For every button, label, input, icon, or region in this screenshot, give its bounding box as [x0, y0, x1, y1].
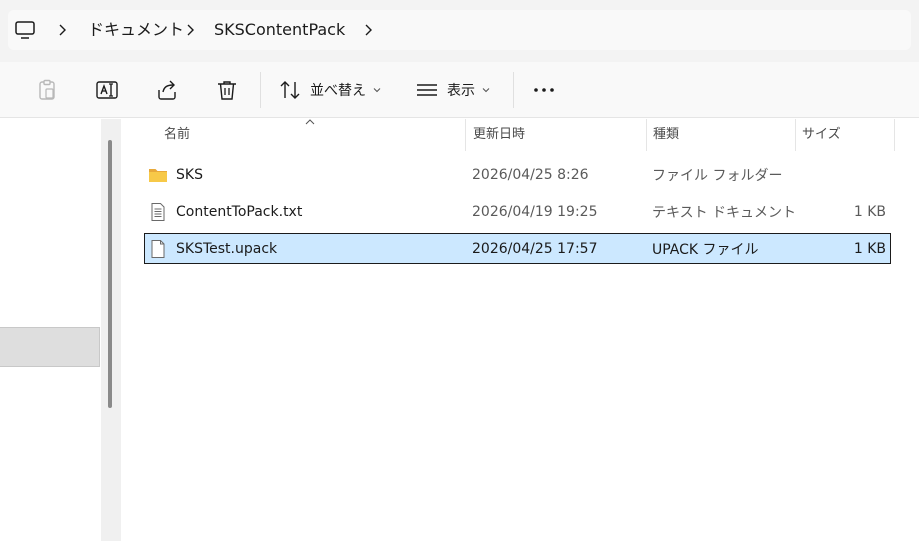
file-row-content-to-pack[interactable]: ContentToPack.txt 2026/04/19 19:25 テキスト … — [144, 196, 891, 228]
command-bar: 並べ替え 表示 — [0, 62, 919, 118]
delete-icon — [218, 81, 236, 100]
computer-icon[interactable] — [14, 20, 36, 40]
column-header-size[interactable]: サイズ — [802, 119, 841, 151]
chevron-down-icon — [373, 88, 381, 93]
name-cell: SKSTest.upack — [148, 234, 277, 263]
name-cell: SKS — [148, 159, 203, 191]
view-list-icon — [417, 84, 437, 96]
folder-icon — [149, 169, 167, 182]
type-cell: UPACK ファイル — [652, 241, 759, 258]
navigation-scrollbar-thumb[interactable] — [108, 140, 112, 408]
name-cell: ContentToPack.txt — [148, 196, 302, 228]
more-options-button[interactable] — [532, 74, 556, 106]
column-header-type[interactable]: 種類 — [653, 119, 679, 151]
share-button[interactable] — [155, 74, 179, 106]
text-file-icon — [151, 203, 165, 221]
breadcrumb-sks-content-pack[interactable]: SKSContentPack — [214, 19, 345, 41]
sort-label: 並べ替え — [310, 83, 366, 99]
address-bar-area: ドキュメント SKSContentPack — [0, 0, 919, 62]
rename-icon — [96, 81, 118, 99]
sort-icon — [280, 81, 300, 99]
modified-cell: 2026/04/25 8:26 — [472, 167, 589, 183]
column-header-name[interactable]: 名前 — [164, 119, 190, 151]
chevron-down-icon — [482, 88, 490, 93]
size-cell: 1 KB — [853, 240, 886, 257]
file-icon — [151, 239, 165, 258]
type-cell: テキスト ドキュメント — [652, 205, 797, 221]
file-name: SKS — [176, 167, 203, 183]
delete-button[interactable] — [215, 74, 239, 106]
chevron-right-icon[interactable] — [56, 22, 68, 38]
size-cell — [784, 159, 886, 191]
paste-icon — [39, 79, 55, 100]
file-row-skstest-upack[interactable]: SKSTest.upack 2026/04/25 17:57 UPACK ファイ… — [144, 233, 891, 264]
chevron-right-icon[interactable] — [362, 22, 374, 38]
paste-button[interactable] — [35, 74, 59, 106]
size-cell: 1 KB — [853, 204, 886, 220]
toolbar-divider — [260, 72, 261, 108]
sort-button[interactable]: 並べ替え — [278, 74, 382, 106]
file-name: ContentToPack.txt — [176, 204, 303, 220]
column-divider[interactable] — [465, 119, 466, 151]
chevron-right-icon[interactable] — [184, 22, 196, 38]
file-list[interactable]: 名前 更新日時 種類 サイズ SKS 2026/04/25 8:26 ファイル … — [121, 119, 919, 541]
column-header-modified[interactable]: 更新日時 — [473, 119, 525, 151]
modified-cell: 2026/04/25 17:57 — [472, 240, 598, 257]
view-label: 表示 — [447, 83, 475, 99]
view-button[interactable]: 表示 — [415, 74, 491, 106]
breadcrumb-documents[interactable]: ドキュメント — [88, 19, 184, 41]
column-divider[interactable] — [894, 119, 895, 151]
rename-button[interactable] — [95, 74, 119, 106]
sort-up-arrow-icon — [305, 119, 315, 125]
nav-selected-item[interactable] — [0, 327, 100, 367]
navigation-pane[interactable] — [0, 119, 101, 541]
more-icon — [534, 88, 554, 92]
share-icon — [158, 80, 176, 100]
modified-cell: 2026/04/19 19:25 — [472, 204, 598, 220]
toolbar-divider — [513, 72, 514, 108]
column-divider[interactable] — [646, 119, 647, 151]
address-bar[interactable]: ドキュメント SKSContentPack — [8, 10, 911, 50]
column-divider[interactable] — [795, 119, 796, 151]
file-row-sks[interactable]: SKS 2026/04/25 8:26 ファイル フォルダー — [144, 159, 891, 191]
type-cell: ファイル フォルダー — [652, 168, 783, 184]
file-name: SKSTest.upack — [176, 240, 278, 257]
